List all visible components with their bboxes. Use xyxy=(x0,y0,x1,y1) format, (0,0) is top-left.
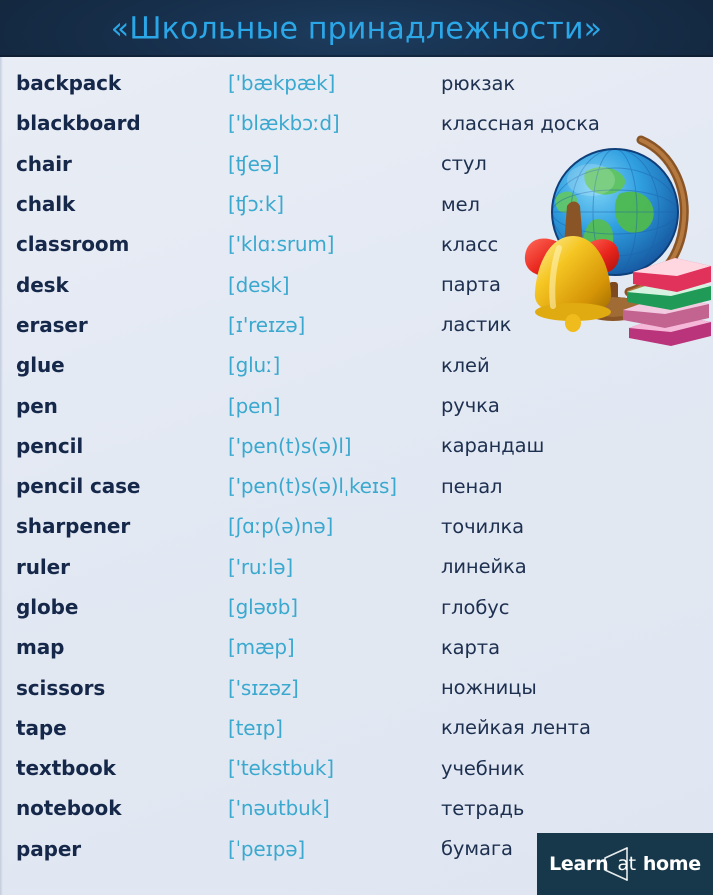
vocab-translation: ручка xyxy=(441,394,500,418)
vocab-word: pencil case xyxy=(16,474,141,499)
vocab-ipa: [gləʊb] xyxy=(228,595,298,619)
vocab-ipa: ['pen(t)s(ə)l] xyxy=(228,433,352,458)
table-row: pencil ['pen(t)s(ə)l] карандаш xyxy=(0,426,713,466)
vocab-translation: класс xyxy=(441,232,499,256)
table-row: pencil case ['pen(t)s(ə)lˌkeɪs] пенал xyxy=(0,466,713,506)
logo-home-text: home xyxy=(642,853,701,875)
vocab-translation: пенал xyxy=(441,474,503,498)
vocab-word: scissors xyxy=(16,675,106,700)
vocab-word: classroom xyxy=(16,232,130,257)
poster-header: «Школьные принадлежности» xyxy=(0,0,713,57)
table-row: sharpener [ʃɑːp(ə)nə] точилка xyxy=(0,506,713,546)
vocabulary-poster: «Школьные принадлежности» backpack ['bæk… xyxy=(0,0,713,895)
vocab-word: tape xyxy=(16,715,67,740)
vocab-ipa: ['sɪzəz] xyxy=(228,675,299,700)
table-row: textbook ['tekstbuk] учебник xyxy=(0,748,713,788)
vocab-word: pencil xyxy=(16,433,84,458)
table-row: chair [ʧeə] стул xyxy=(0,144,713,184)
vocab-translation: ножницы xyxy=(441,676,537,700)
vocab-ipa: ['nəutbuk] xyxy=(228,796,330,821)
table-row: classroom ['klɑːsrum] класс xyxy=(0,224,713,264)
vocab-ipa: [mæp] xyxy=(228,635,295,660)
vocab-translation: карта xyxy=(441,635,500,659)
table-row: pen [pen] ручка xyxy=(0,385,713,425)
vocab-word: desk xyxy=(16,272,69,297)
vocab-translation: стул xyxy=(441,152,487,176)
vocab-word: notebook xyxy=(16,796,122,821)
vocab-ipa: ['tekstbuk] xyxy=(228,756,334,781)
vocab-ipa: [ˈpeɪpə] xyxy=(228,836,305,861)
vocab-translation: рюкзак xyxy=(441,71,516,95)
table-row: tape [teɪp] клейкая лента xyxy=(0,708,713,748)
vocab-word: blackboard xyxy=(16,111,141,136)
vocab-word: ruler xyxy=(16,554,70,579)
vocab-ipa: [desk] xyxy=(228,272,290,297)
vocab-translation: глобус xyxy=(441,595,510,619)
table-row: glue [gluː] клей xyxy=(0,345,713,385)
table-row: ruler ['ruːlə] линейка xyxy=(0,547,713,587)
vocab-translation: классная доска xyxy=(441,111,600,135)
vocab-translation: мел xyxy=(441,192,480,216)
vocab-word: paper xyxy=(16,836,82,861)
vocab-ipa: [ʃɑːp(ə)nə] xyxy=(228,514,334,539)
vocab-ipa: ['ruːlə] xyxy=(228,554,294,579)
vocab-word: glue xyxy=(16,353,65,378)
vocab-translation: линейка xyxy=(441,555,527,579)
vocab-ipa: [ɪ'reɪzə] xyxy=(228,312,306,337)
table-row: chalk [ʧɔːk] мел xyxy=(0,184,713,224)
vocab-ipa: [teɪp] xyxy=(228,715,283,740)
vocab-word: sharpener xyxy=(16,514,131,539)
vocab-word: textbook xyxy=(16,756,116,781)
table-row: backpack ['bækpæk] рюкзак xyxy=(0,63,713,103)
vocab-word: chair xyxy=(16,151,72,176)
table-row: map [mæp] карта xyxy=(0,627,713,667)
vocab-ipa: ['pen(t)s(ə)lˌkeɪs] xyxy=(228,474,397,499)
vocab-translation: парта xyxy=(441,273,501,297)
vocab-word: globe xyxy=(16,595,79,619)
vocab-translation: клей xyxy=(441,353,490,377)
house-outline-icon xyxy=(604,847,628,881)
vocabulary-table: backpack ['bækpæk] рюкзак blackboard ['blækb… xyxy=(0,57,713,869)
vocab-ipa: [pen] xyxy=(228,393,281,418)
vocab-ipa: [gluː] xyxy=(228,353,281,378)
vocab-translation: клейкая лента xyxy=(441,716,591,740)
table-row: eraser [ɪ'reɪzə] ластик xyxy=(0,305,713,345)
vocab-translation: карандаш xyxy=(441,434,545,458)
page-title: «Школьные принадлежности» xyxy=(110,11,603,46)
vocab-word: backpack xyxy=(16,71,122,96)
learn-at-home-logo: Learn at home xyxy=(537,833,713,895)
vocab-word: pen xyxy=(16,393,58,418)
vocab-word: chalk xyxy=(16,192,76,217)
vocab-ipa: ['klɑːsrum] xyxy=(228,232,335,257)
vocab-translation: тетрадь xyxy=(441,796,525,820)
table-row: blackboard ['blækbɔːd] классная доска xyxy=(0,103,713,143)
table-row: desk [desk] парта xyxy=(0,264,713,304)
vocab-word: map xyxy=(16,635,65,660)
vocab-ipa: [ʧeə] xyxy=(228,151,280,176)
vocab-word: eraser xyxy=(16,312,88,337)
vocab-ipa: [ʧɔːk] xyxy=(228,192,284,217)
table-row: notebook ['nəutbuk] тетрадь xyxy=(0,788,713,828)
vocab-translation: точилка xyxy=(441,514,524,538)
table-row: globe [gləʊb] глобус xyxy=(0,587,713,627)
table-row: scissors ['sɪzəz] ножницы xyxy=(0,667,713,707)
vocab-translation: учебник xyxy=(441,756,525,780)
vocab-translation: ластик xyxy=(441,313,512,337)
vocab-ipa: ['blækbɔːd] xyxy=(228,111,340,136)
vocab-ipa: ['bækpæk] xyxy=(228,71,336,96)
